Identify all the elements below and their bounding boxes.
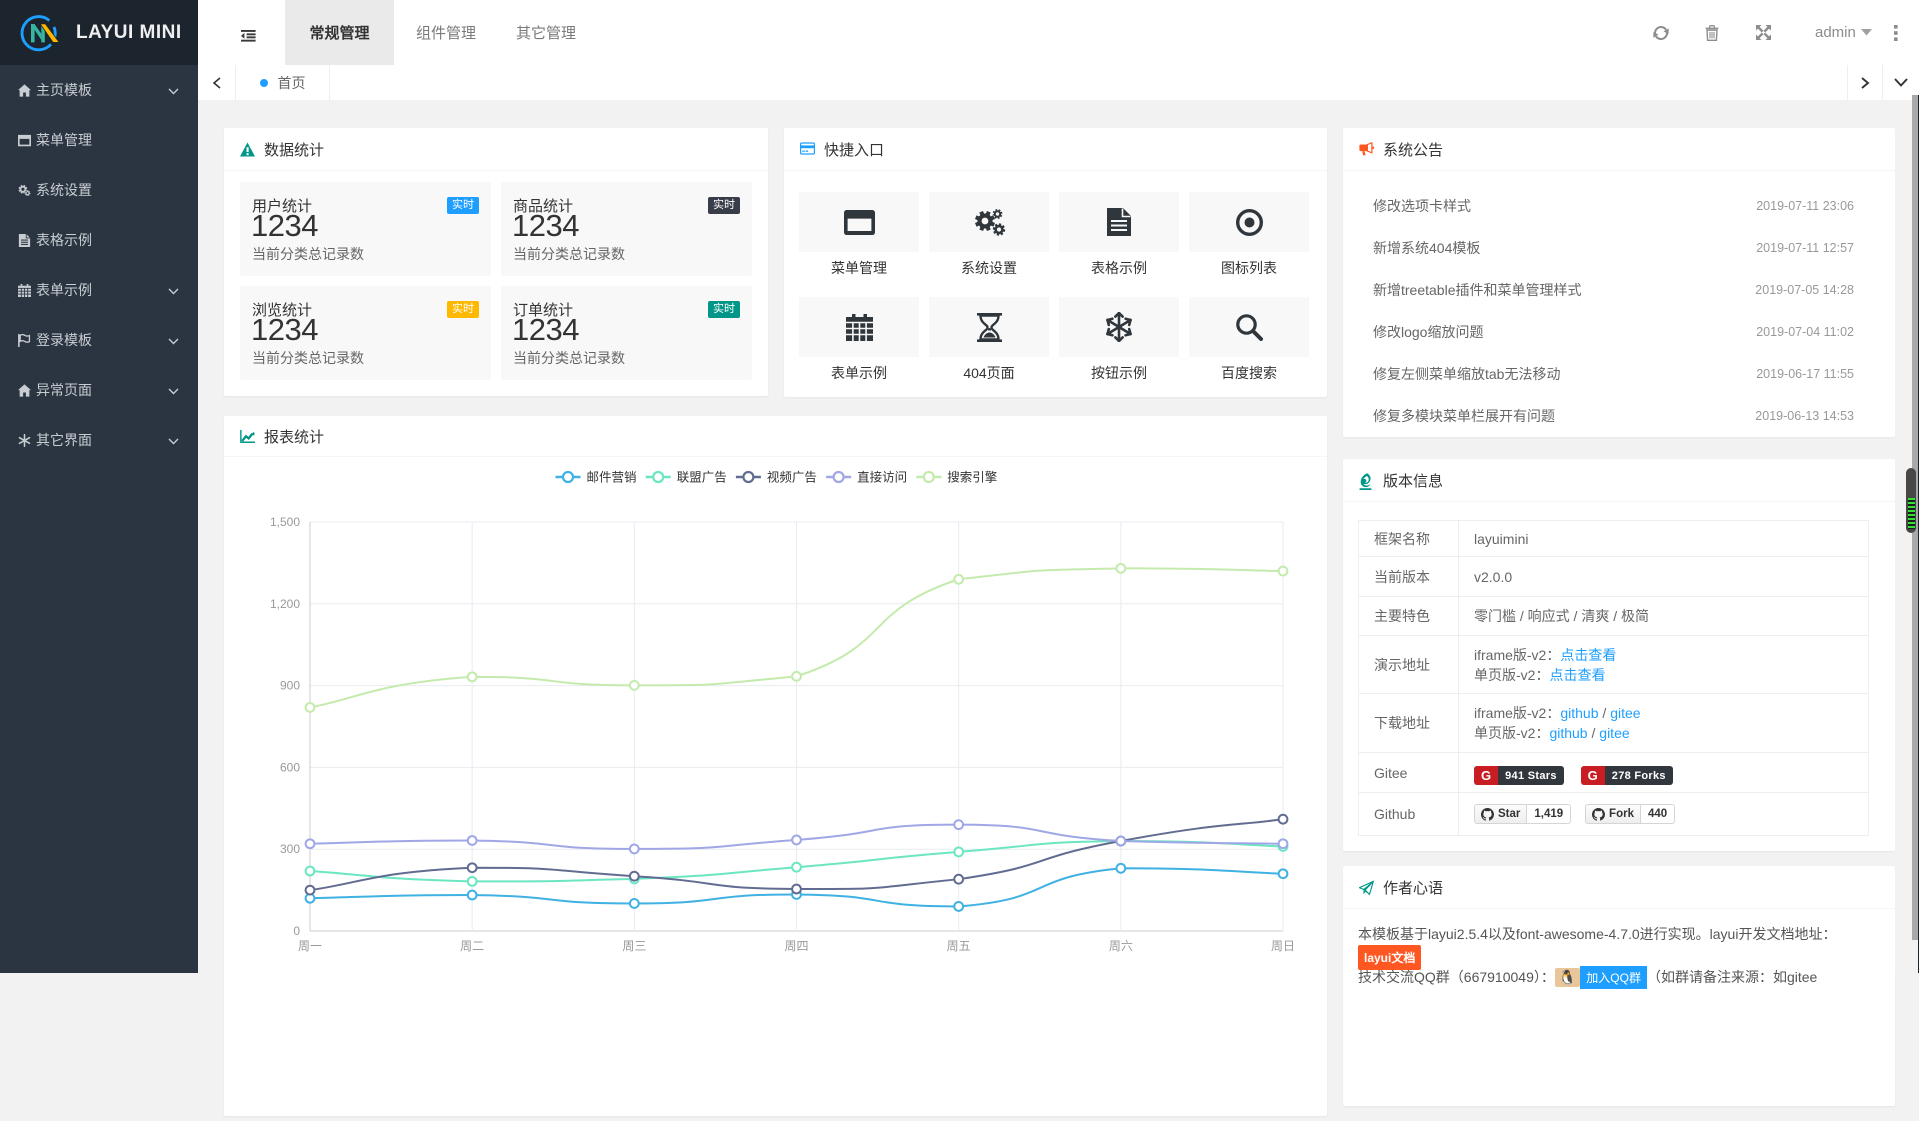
svg-text:0: 0 bbox=[293, 924, 300, 938]
svg-text:周四: 周四 bbox=[784, 939, 808, 953]
svg-text:900: 900 bbox=[280, 679, 300, 693]
svg-text:周三: 周三 bbox=[622, 939, 646, 953]
svg-text:1,500: 1,500 bbox=[270, 515, 300, 529]
svg-text:1,200: 1,200 bbox=[270, 597, 300, 611]
svg-text:周二: 周二 bbox=[460, 939, 484, 953]
svg-text:周一: 周一 bbox=[298, 939, 322, 953]
svg-text:直接访问: 直接访问 bbox=[857, 470, 907, 485]
svg-text:联盟广告: 联盟广告 bbox=[677, 471, 727, 485]
svg-text:周日: 周日 bbox=[1271, 939, 1295, 953]
svg-text:周六: 周六 bbox=[1109, 939, 1133, 953]
svg-text:600: 600 bbox=[280, 760, 300, 774]
svg-text:视频广告: 视频广告 bbox=[767, 470, 817, 485]
svg-text:300: 300 bbox=[280, 842, 300, 856]
svg-text:搜索引擎: 搜索引擎 bbox=[947, 470, 997, 485]
svg-text:周五: 周五 bbox=[947, 939, 971, 953]
svg-text:邮件营销: 邮件营销 bbox=[587, 471, 637, 485]
